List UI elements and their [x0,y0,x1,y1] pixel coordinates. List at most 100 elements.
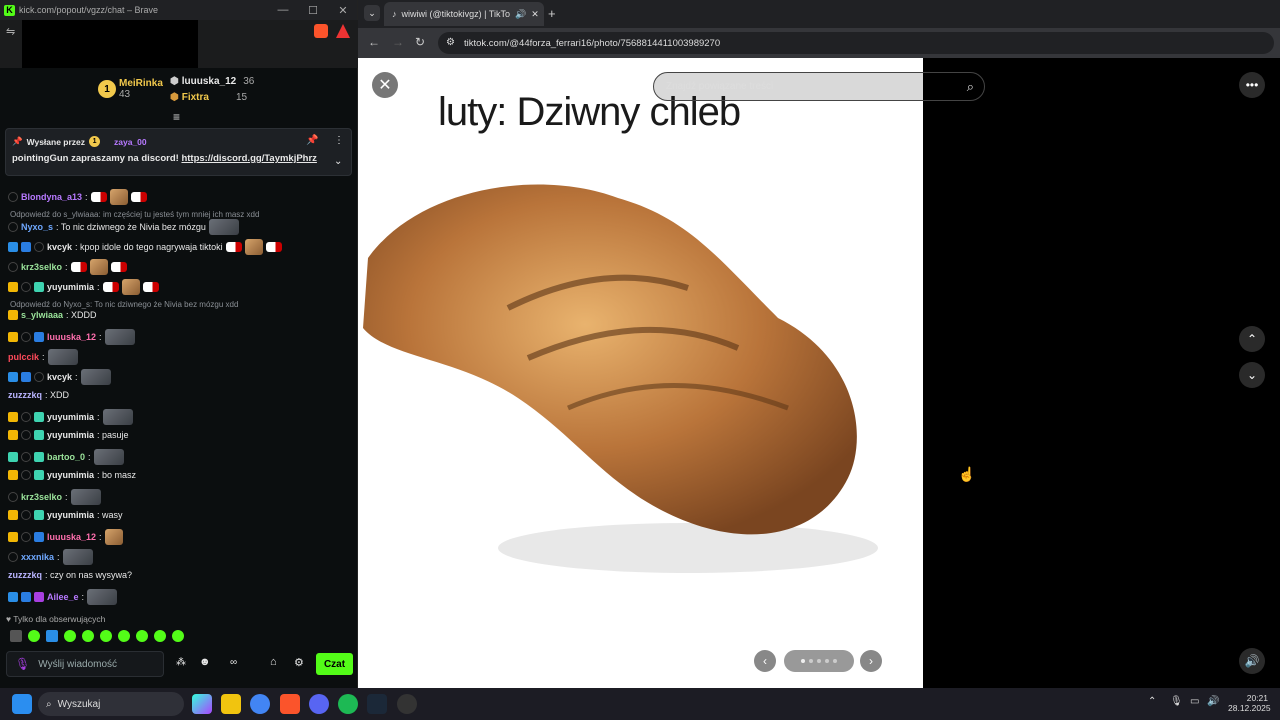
chat-username[interactable]: zuzzzkq [8,570,42,580]
chat-username[interactable]: yuyumimia [47,470,94,480]
search-icon[interactable]: ⌕ [967,79,974,95]
copilot-icon[interactable] [192,694,212,714]
address-bar[interactable]: ⚙ tiktok.com/@44forza_ferrari16/photo/75… [438,32,1274,54]
close-tab-icon[interactable]: ✕ [531,9,539,20]
chat-username[interactable]: yuyumimia [47,430,94,440]
mic-icon[interactable]: 🎙 [1170,696,1183,707]
app-icon[interactable] [397,694,417,714]
store-icon[interactable]: ⌂ [270,656,277,668]
tab-tiktok[interactable]: ♪ wiwiwi (@tiktokivgz) | TikTo 🔊 ✕ [384,2,544,26]
badge-icon [34,430,44,440]
chat-username[interactable]: Nyxo_s [21,222,53,232]
emote-icon[interactable] [64,630,76,642]
spotify-icon[interactable] [338,694,358,714]
chat-username[interactable]: luuuska_12 [47,532,96,542]
emote-icon[interactable] [172,630,184,642]
emote-icon[interactable] [28,630,40,642]
emote-icon [90,192,107,202]
related-search-input[interactable]: Znajdź powiązane treści ⌕ [653,72,985,101]
emoji-icon[interactable]: ☻ [199,656,211,668]
chevron-down-icon[interactable]: ⌄ [334,156,342,167]
taskbar-search[interactable]: ⌕ Wyszukaj [38,692,184,716]
site-info-icon[interactable]: ⚙ [446,37,455,48]
chat-username[interactable]: xxxnika [21,552,54,562]
volume-icon[interactable]: 🔊 [1239,648,1265,674]
network-icon[interactable]: ▭ [1190,696,1199,707]
chat-username[interactable]: kvcyk [47,242,72,252]
discord-icon[interactable] [309,694,329,714]
translate-icon[interactable]: ⁂ [176,657,186,668]
chat-text: : [65,262,68,272]
address-text: tiktok.com/@44forza_ferrari16/photo/7568… [464,37,721,49]
sent-by-user[interactable]: zaya_00 [114,137,147,147]
chat-input[interactable]: 🎙 Wyślij wiadomość [6,651,164,677]
minimize-button[interactable]: — [268,0,298,20]
emote-icon[interactable] [10,630,22,642]
chat-username[interactable]: luuuska_12 [47,332,96,342]
emote-icon[interactable] [136,630,148,642]
new-tab-button[interactable]: + [548,6,556,21]
file-explorer-icon[interactable] [221,694,241,714]
chat-username[interactable]: yuyumimia [47,412,94,422]
next-slide-button[interactable]: › [860,650,882,672]
badge-icon [21,282,31,292]
tune-icon[interactable]: ⇋ [6,25,15,38]
window-title: kick.com/popout/vgzz/chat – Brave [19,5,159,15]
chat-username[interactable]: kvcyk [47,372,72,382]
back-icon[interactable]: ← [368,35,380,49]
brave-icon[interactable] [280,694,300,714]
tray-chevron-icon[interactable]: ⌃ [1148,696,1156,707]
settings-icon[interactable]: ⚙ [294,656,304,669]
volume-icon[interactable]: 🔊 [1207,696,1219,707]
emote-icon[interactable] [46,630,58,642]
windows-start-icon[interactable] [12,694,32,714]
brave-shield-icon[interactable] [314,24,328,38]
discord-link[interactable]: https://discord.gg/TaymkjPhrz [181,153,316,164]
emote-icon[interactable] [118,630,130,642]
chat-username[interactable]: pulccik [8,352,39,362]
close-button[interactable]: ✕ [328,0,358,20]
chrome-icon[interactable] [250,694,270,714]
emote-icon [110,262,127,272]
chat-username[interactable]: yuyumimia [47,510,94,520]
emote-icon[interactable] [100,630,112,642]
brave-rewards-icon[interactable] [336,24,350,38]
search-icon: ⌕ [46,698,52,710]
chat-username[interactable]: yuyumimia [47,282,94,292]
chat-message: Ailee_e: [8,589,118,605]
more-options-icon[interactable]: ••• [1239,72,1265,98]
filter-icon[interactable]: ≡ [173,110,180,124]
chat-username[interactable]: bartoo_0 [47,452,85,462]
maximize-button[interactable]: ☐ [298,0,328,20]
forward-icon[interactable]: → [392,35,404,49]
chevron-down-icon[interactable]: ⌄ [1239,362,1265,388]
chat-username[interactable]: s_ylwiaaa [21,310,63,320]
prev-slide-button[interactable]: ‹ [754,650,776,672]
emote-icon[interactable] [82,630,94,642]
chat-username[interactable]: krz3selko [21,262,62,272]
close-viewer-button[interactable]: ✕ [372,72,398,98]
speaker-icon[interactable]: 🔊 [515,9,526,20]
more-options-icon[interactable]: ⋮ [334,135,344,146]
tab-search-icon[interactable]: ⌄ [364,5,380,21]
pinned-text: pointingGun zapraszamy na discord! [12,153,179,164]
emote-icon [80,369,111,385]
steam-icon[interactable] [367,694,387,714]
pin-toggle-icon[interactable]: 📌 [306,135,318,146]
chat-username[interactable]: Blondyna_a13 [21,192,82,202]
chat-username[interactable]: zuzzzkq [8,390,42,400]
chat-text: : [99,332,102,342]
emote-icon [265,242,282,252]
send-chat-button[interactable]: Czat [316,653,353,675]
slide-dot [817,659,821,663]
chat-username[interactable]: Ailee_e [47,592,79,602]
chat-username[interactable]: krz3selko [21,492,62,502]
mic-icon[interactable]: 🎙 [15,657,30,671]
reload-icon[interactable]: ↻ [415,35,425,49]
photo-slide: luty: Dziwny chleb ✕ [358,58,923,688]
rewards-icon[interactable]: ∞ [230,657,237,668]
chevron-up-icon[interactable]: ⌃ [1239,326,1265,352]
emote-icon[interactable] [154,630,166,642]
chat-message: bartoo_0: [8,449,124,465]
clock[interactable]: 20:21 28.12.2025 [1228,693,1271,713]
